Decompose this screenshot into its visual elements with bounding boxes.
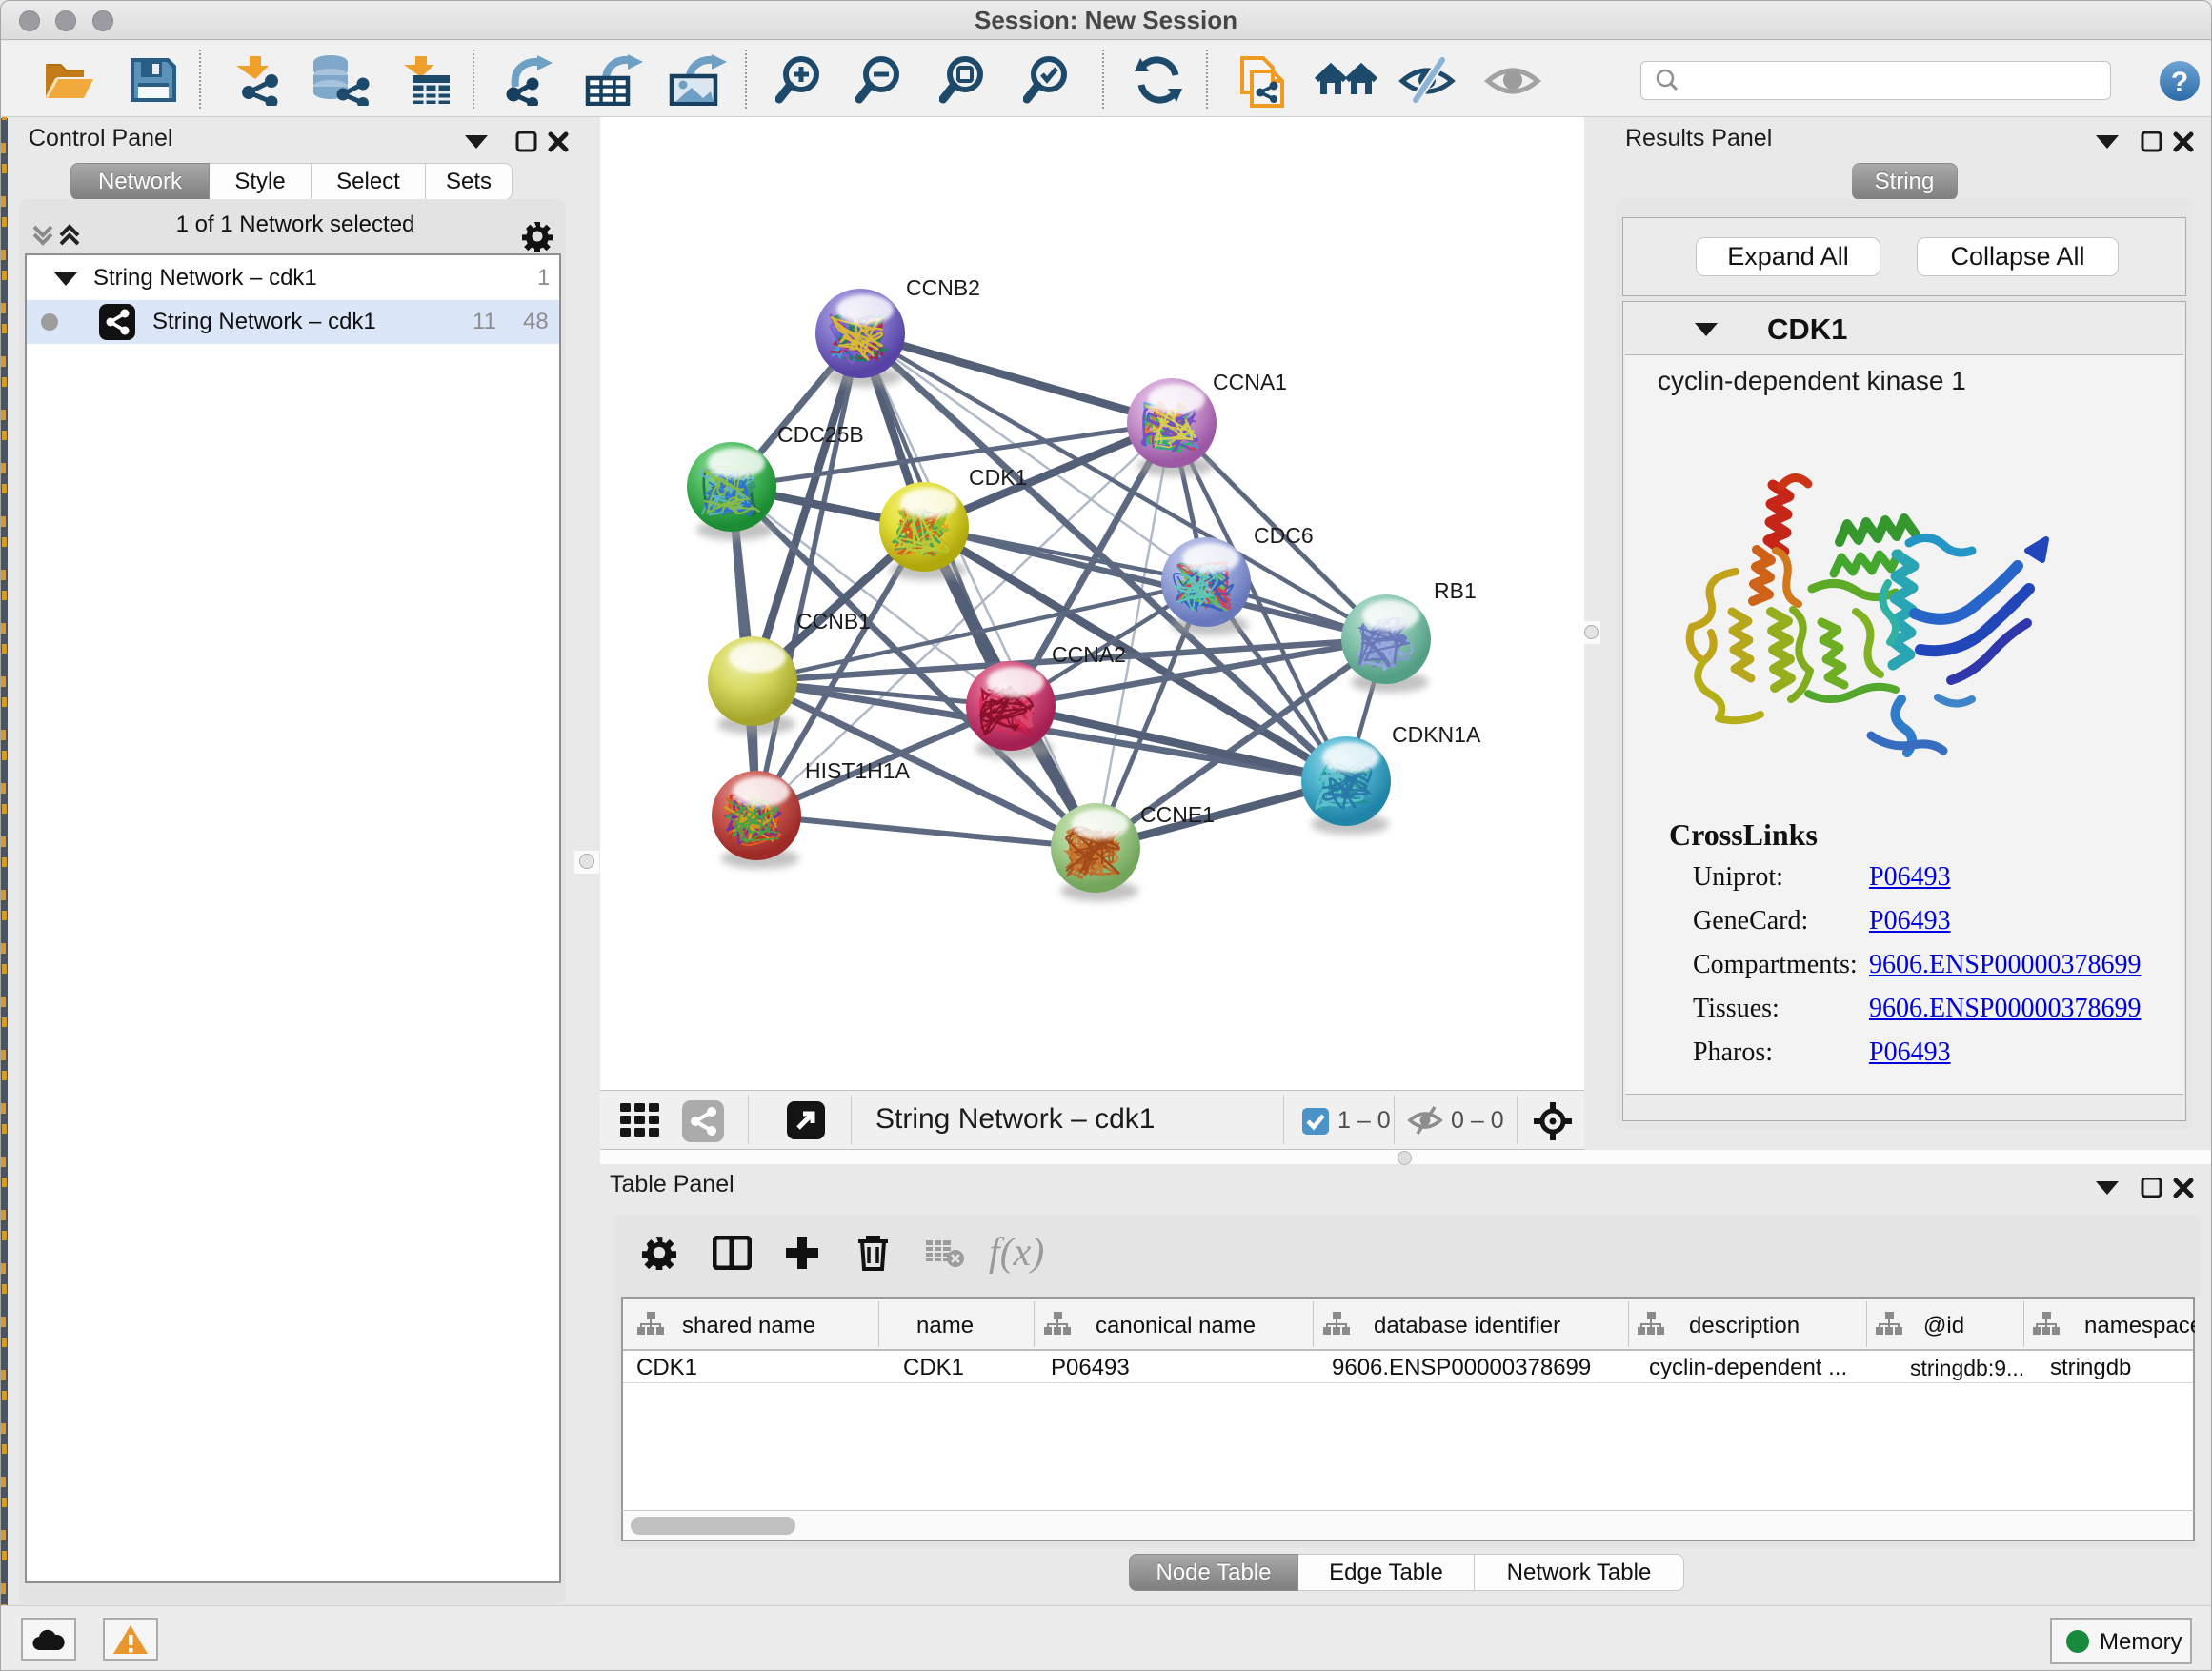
svg-text:CDC25B: CDC25B [777, 422, 864, 447]
svg-text:?: ? [2171, 67, 2188, 98]
svg-text:CCNA2: CCNA2 [1052, 642, 1126, 667]
svg-text:CCNA1: CCNA1 [1213, 370, 1287, 394]
svg-text:CDK1: CDK1 [969, 465, 1027, 490]
svg-text:CCNB2: CCNB2 [906, 275, 980, 300]
svg-text:CDC6: CDC6 [1254, 523, 1314, 548]
svg-text:RB1: RB1 [1434, 578, 1477, 603]
svg-text:CDKN1A: CDKN1A [1392, 722, 1481, 747]
svg-text:HIST1H1A: HIST1H1A [805, 758, 911, 783]
svg-text:CCNB1: CCNB1 [796, 609, 871, 634]
svg-text:CCNE1: CCNE1 [1140, 802, 1215, 827]
